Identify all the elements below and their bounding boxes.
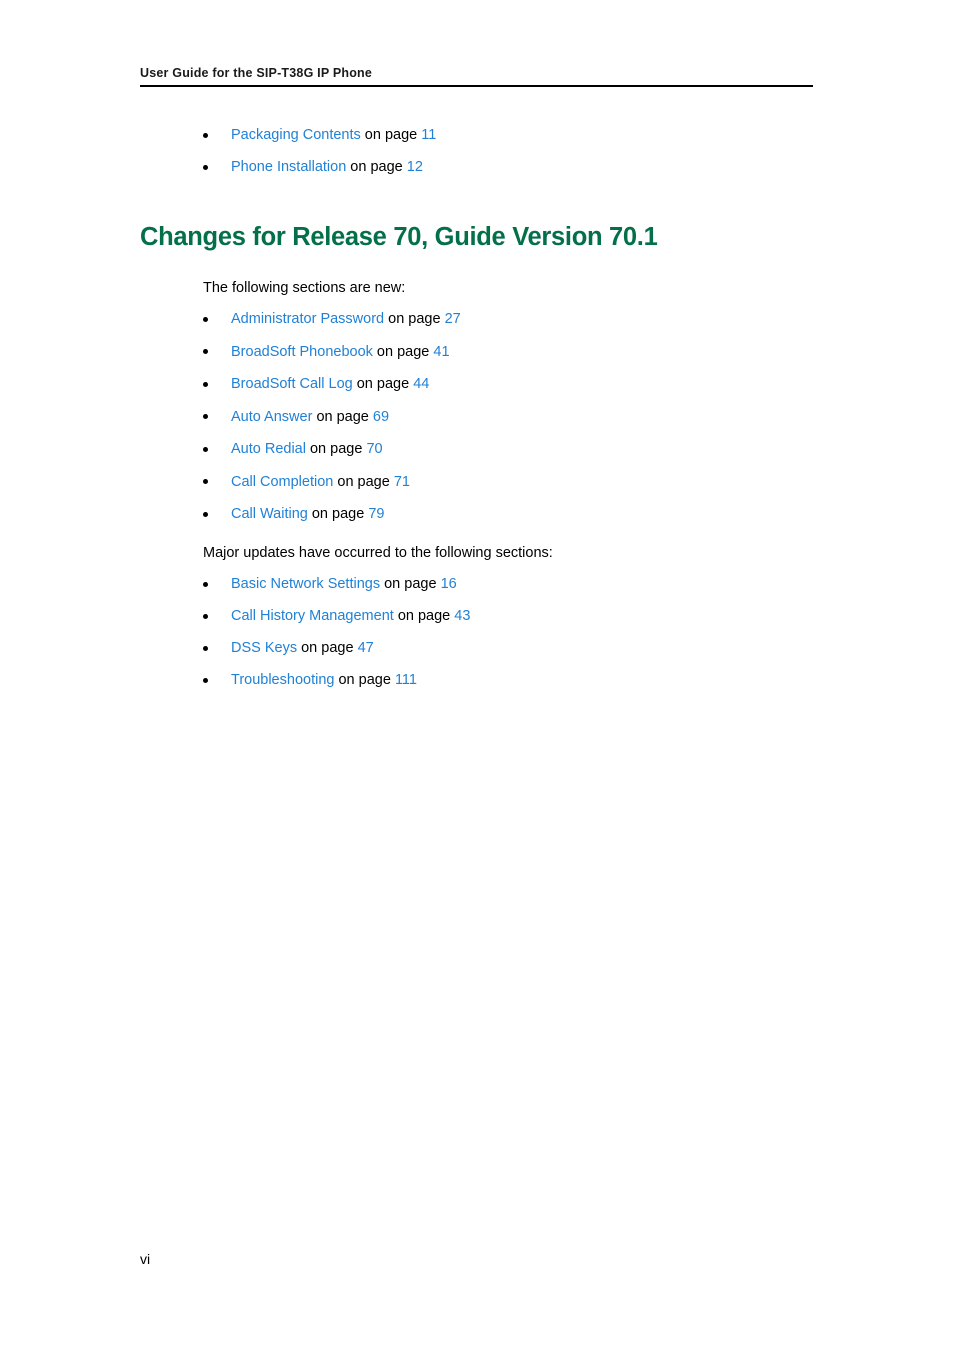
updated-sections-list: Basic Network Settings on page 16 Call Hi… [203,568,470,696]
bullet-dot-icon [203,414,208,420]
crossreference-connector-text: on page [393,608,455,624]
crossreference-connector-text: on page [360,127,422,143]
list-item: Call Completion on page 71 [203,466,461,499]
new-section-link[interactable]: Call Waiting [231,506,308,522]
crossreference-page-number[interactable]: 70 [366,441,382,457]
crossreference-connector-text: on page [312,408,373,425]
bullet-dot-icon [203,316,208,322]
crossreference-connector-text: on page [346,159,407,175]
list-item: Administrator Password on page 27 [203,303,461,336]
list-item: Troubleshooting on page 111 [203,664,470,696]
list-item: DSS Keys on page 47 [203,632,470,664]
crossreference-page-number[interactable]: 41 [433,344,449,360]
new-section-link[interactable]: Auto Answer [231,409,312,425]
list-item: Basic Network Settings on page 16 [203,568,470,600]
crossreference-page-number[interactable]: 111 [395,672,417,688]
header-divider-rule [140,85,813,87]
document-page: User Guide for the SIP-T38G IP Phone Pac… [0,0,954,1350]
crossreference-connector-text: on page [334,672,395,688]
crossreference-page-number[interactable]: 79 [368,506,384,522]
running-header: User Guide for the SIP-T38G IP Phone [140,66,813,87]
crossreference-connector-text: on page [305,441,367,457]
page-number-folio: vi [140,1251,151,1267]
updated-sections-intro-paragraph: Major updates have occurred to the follo… [203,544,553,561]
bullet-dot-icon [203,349,208,355]
bullet-dot-icon [203,132,208,138]
bullet-dot-icon [203,677,208,683]
list-item: Call Waiting on page 79 [203,498,461,531]
list-item: Auto Redial on page 70 [203,433,461,466]
list-item: BroadSoft Call Log on page 44 [203,368,461,401]
updated-section-link[interactable]: Basic Network Settings [231,576,380,592]
intro-section-link[interactable]: Packaging Contents [231,127,361,143]
new-section-link[interactable]: Auto Redial [231,441,306,457]
bullet-dot-icon [203,479,208,485]
new-section-link[interactable]: Call Completion [231,474,333,490]
section-heading: Changes for Release 70, Guide Version 70… [140,223,658,252]
list-item: Auto Answer on page 69 [203,401,461,434]
list-item: BroadSoft Phonebook on page 41 [203,336,461,369]
intro-section-link[interactable]: Phone Installation [231,159,346,175]
crossreference-connector-text: on page [372,343,434,360]
crossreference-page-number[interactable]: 47 [358,640,374,656]
crossreference-connector-text: on page [380,576,441,592]
new-section-link[interactable]: Administrator Password [231,311,384,327]
crossreference-page-number[interactable]: 69 [373,409,389,425]
new-sections-list: Administrator Password on page 27 BroadSo… [203,303,461,531]
crossreference-page-number[interactable]: 16 [441,576,457,592]
list-item: Packaging Contents on page 11 [203,119,436,151]
new-section-link[interactable]: BroadSoft Phonebook [231,344,373,360]
intro-crossreference-list: Packaging Contents on page 11 Phone Insta… [203,119,436,183]
bullet-dot-icon [203,613,208,619]
bullet-dot-icon [203,164,208,170]
bullet-dot-icon [203,381,208,387]
crossreference-connector-text: on page [297,640,358,656]
updated-section-link[interactable]: Call History Management [231,608,394,624]
new-section-link[interactable]: BroadSoft Call Log [231,376,353,392]
crossreference-page-number[interactable]: 11 [421,127,436,143]
bullet-dot-icon [203,446,208,452]
crossreference-connector-text: on page [352,376,414,392]
updated-section-link[interactable]: DSS Keys [231,640,297,656]
crossreference-page-number[interactable]: 44 [413,376,429,392]
crossreference-page-number[interactable]: 27 [445,311,461,327]
crossreference-page-number[interactable]: 71 [394,474,410,490]
bullet-dot-icon [203,645,208,651]
bullet-dot-icon [203,511,208,517]
running-header-title: User Guide for the SIP-T38G IP Phone [140,66,373,80]
list-item: Call History Management on page 43 [203,600,470,632]
crossreference-page-number[interactable]: 43 [454,608,470,624]
bullet-dot-icon [203,581,208,587]
updated-section-link[interactable]: Troubleshooting [231,672,334,688]
new-sections-intro-paragraph: The following sections are new: [203,279,406,296]
crossreference-connector-text: on page [333,473,394,490]
crossreference-connector-text: on page [307,506,369,522]
crossreference-connector-text: on page [384,311,445,327]
crossreference-page-number[interactable]: 12 [407,159,423,175]
list-item: Phone Installation on page 12 [203,151,436,183]
